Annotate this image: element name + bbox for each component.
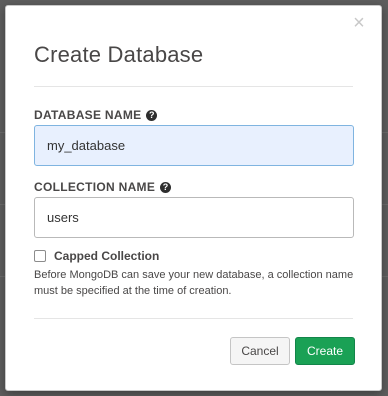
collection-help-text: Before MongoDB can save your new databas…: [34, 269, 354, 297]
database-name-label-text: DATABASE NAME: [34, 108, 142, 122]
create-button[interactable]: Create: [295, 337, 355, 365]
capped-collection-checkbox[interactable]: [34, 250, 46, 262]
database-name-input[interactable]: [34, 125, 354, 166]
capped-collection-option[interactable]: Capped Collection: [34, 249, 159, 263]
dialog-title: Create Database: [34, 42, 204, 67]
question-circle-icon[interactable]: ?: [160, 181, 172, 193]
footer-divider: [34, 318, 353, 319]
question-circle-icon[interactable]: ?: [146, 109, 158, 121]
cancel-button[interactable]: Cancel: [230, 337, 290, 365]
collection-name-input[interactable]: [34, 197, 354, 238]
capped-collection-label: Capped Collection: [54, 249, 160, 263]
collection-name-label-text: COLLECTION NAME: [34, 180, 156, 194]
database-name-label: DATABASE NAME ?: [34, 108, 158, 122]
create-database-dialog: × Create Database DATABASE NAME ? COLLEC…: [5, 5, 382, 391]
header-divider: [34, 86, 353, 87]
collection-name-label: COLLECTION NAME ?: [34, 180, 172, 194]
close-icon[interactable]: ×: [351, 13, 367, 33]
